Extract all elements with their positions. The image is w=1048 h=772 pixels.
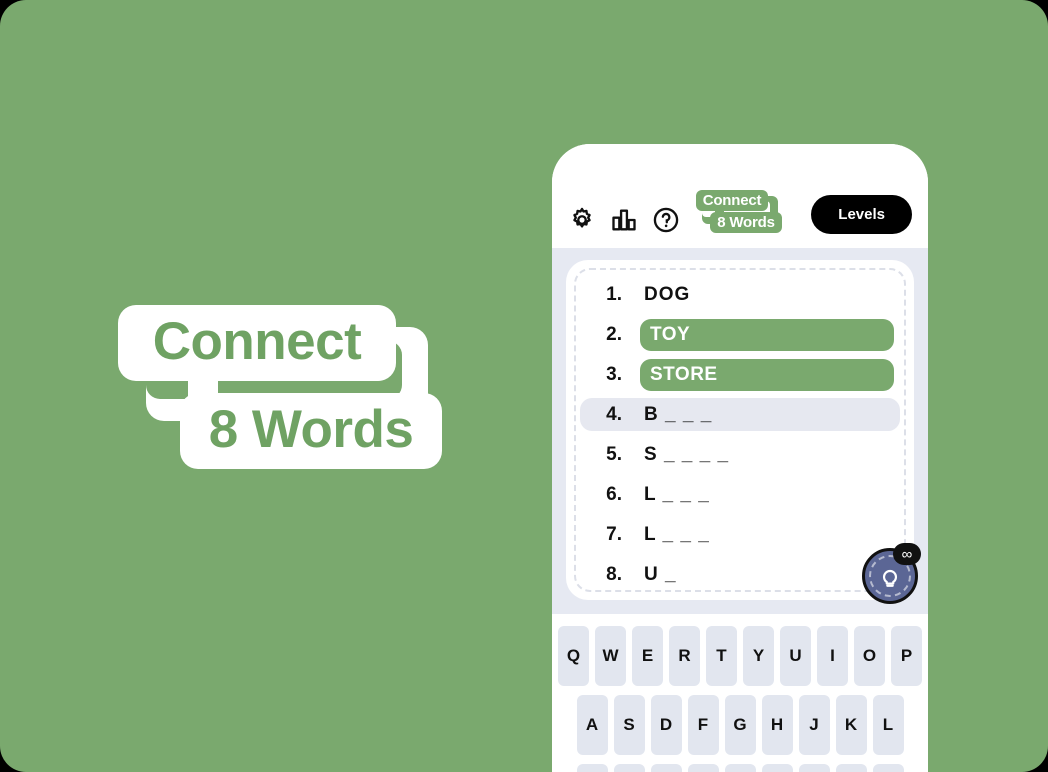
word-row-number: 7. [606,523,622,545]
key-blank[interactable] [724,764,756,772]
word-row-text: L _ _ _ [644,523,710,545]
key-blank[interactable] [613,764,645,772]
word-row[interactable]: 1. DOG [580,278,900,311]
word-row-number: 6. [606,483,622,505]
key-e[interactable]: E [632,626,663,686]
game-board-area: 1. DOG 2. TOY 3. STORE 4. B _ _ _ 5. S _ _ _ _ 6. L… [552,248,928,614]
word-list: 1. DOG 2. TOY 3. STORE 4. B _ _ _ 5. S _ _ _ _ 6. L… [574,268,906,591]
key-r[interactable]: R [669,626,700,686]
phone-mockup: Connect 8 Words Levels 1. DOG 2. TOY 3. STORE… [552,144,928,772]
word-row-text: B _ _ _ [644,403,713,425]
app-header: Connect 8 Words Levels [552,144,928,248]
word-row-number: 8. [606,563,622,585]
word-row[interactable]: 7. L _ _ _ [580,518,900,551]
key-blank[interactable] [798,764,830,772]
settings-icon[interactable] [568,206,596,234]
brand-logo: Connect 8 Words [118,305,458,469]
lightbulb-icon [882,569,898,587]
word-row-number: 5. [606,443,622,465]
help-icon[interactable] [652,206,680,234]
word-row-text: U _ [644,563,677,585]
word-row-text: TOY [640,318,894,351]
word-row[interactable]: 4. B _ _ _ [580,398,900,431]
word-row-number: 1. [606,283,622,305]
key-a[interactable]: A [576,695,608,755]
keyboard-row-1: QWERTYUIOP [557,626,923,686]
key-h[interactable]: H [761,695,793,755]
on-screen-keyboard: QWERTYUIOP ASDFGHJKL [552,614,928,772]
word-row-text: L _ _ _ [644,483,710,505]
app-screenshot: Connect 8 Words Connect 8 Words Levels 1… [0,0,1048,772]
key-t[interactable]: T [706,626,737,686]
key-blank[interactable] [576,764,608,772]
levels-button[interactable]: Levels [811,195,912,234]
key-blank[interactable] [650,764,682,772]
key-s[interactable]: S [613,695,645,755]
word-row[interactable]: 2. TOY [580,318,900,351]
keyboard-row-2: ASDFGHJKL [557,695,923,755]
word-row[interactable]: 6. L _ _ _ [580,478,900,511]
word-row[interactable]: 8. U _ [580,558,900,591]
keyboard-row-3 [557,764,923,772]
logo-line-1: Connect [118,305,396,381]
key-blank[interactable] [687,764,719,772]
mini-logo-line-2: 8 Words [710,212,782,233]
key-p[interactable]: P [891,626,922,686]
key-i[interactable]: I [817,626,848,686]
word-row-number: 2. [606,323,622,345]
word-row[interactable]: 3. STORE [580,358,900,391]
word-row[interactable]: 5. S _ _ _ _ [580,438,900,471]
hint-button[interactable]: ∞ [862,543,921,604]
word-row-text: STORE [640,358,894,391]
key-u[interactable]: U [780,626,811,686]
key-d[interactable]: D [650,695,682,755]
word-row-number: 3. [606,363,622,385]
key-y[interactable]: Y [743,626,774,686]
key-f[interactable]: F [687,695,719,755]
hint-count-badge: ∞ [893,543,921,565]
key-w[interactable]: W [595,626,626,686]
header-icon-group [568,206,680,234]
key-j[interactable]: J [798,695,830,755]
key-blank[interactable] [872,764,904,772]
key-g[interactable]: G [724,695,756,755]
word-row-text: S _ _ _ _ [644,443,730,465]
stats-icon[interactable] [610,206,638,234]
word-row-number: 4. [606,403,622,425]
key-o[interactable]: O [854,626,885,686]
key-blank[interactable] [761,764,793,772]
key-k[interactable]: K [835,695,867,755]
logo-line-2: 8 Words [180,393,442,469]
key-q[interactable]: Q [558,626,589,686]
header-brand-logo: Connect 8 Words [696,190,788,236]
word-row-text: DOG [644,283,691,305]
key-l[interactable]: L [872,695,904,755]
key-blank[interactable] [835,764,867,772]
mini-logo-line-1: Connect [696,190,768,211]
word-list-card: 1. DOG 2. TOY 3. STORE 4. B _ _ _ 5. S _ _ _ _ 6. L… [566,260,914,600]
